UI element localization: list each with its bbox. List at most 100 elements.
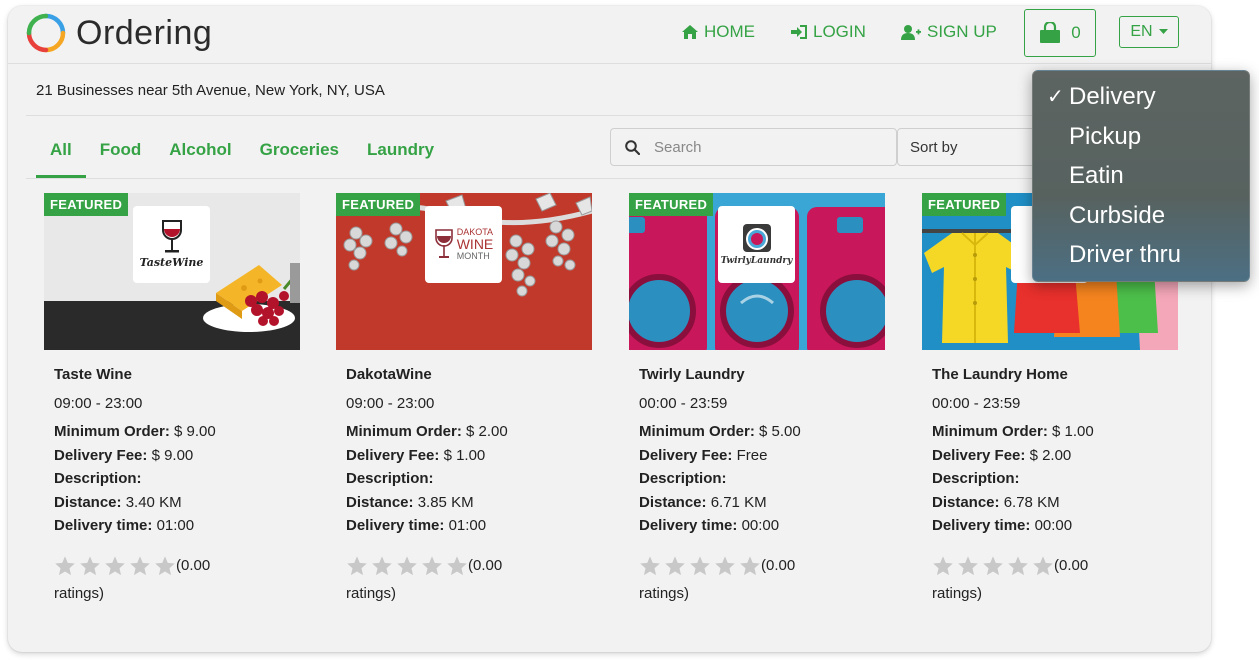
order-type-option-driver-thru[interactable]: Driver thru — [1033, 239, 1249, 279]
business-logo-text: TwirlyLaundry — [720, 256, 793, 266]
delivery-fee-row: Delivery Fee: $ 2.00 — [932, 444, 1168, 468]
business-card-taste-wine[interactable]: FEATURED TasteWine Taste Wine 09:00 - 23… — [44, 193, 300, 608]
delivery-fee-value: $ 2.00 — [1029, 446, 1072, 464]
tab-alcohol[interactable]: Alcohol — [155, 126, 245, 178]
min-order-label: Minimum Order: — [639, 423, 755, 440]
order-type-dropdown-menu: ✓ Delivery Pickup Eatin Curbside Driver … — [1032, 70, 1250, 282]
cart-button[interactable]: 0 — [1024, 9, 1096, 57]
search-input[interactable] — [654, 138, 854, 156]
tab-all[interactable]: All — [36, 126, 86, 178]
delivery-time-label: Delivery time: — [346, 517, 445, 535]
order-type-option-label: Eatin — [1069, 162, 1124, 189]
min-order-label: Minimum Order: — [346, 423, 462, 440]
min-order-row: Minimum Order: $ 2.00 — [346, 420, 582, 444]
delivery-time-label: Delivery time: — [54, 517, 153, 535]
description-label: Description: — [639, 470, 727, 488]
min-order-value: $ 1.00 — [1052, 423, 1094, 440]
tab-laundry[interactable]: Laundry — [353, 126, 448, 178]
business-name: The Laundry Home — [932, 366, 1068, 383]
location-text: 21 Businesses near 5th Avenue, New York,… — [36, 82, 385, 99]
delivery-time-value: 01:00 — [156, 517, 195, 535]
business-logo: TwirlyLaundry — [718, 206, 795, 283]
min-order-row: Minimum Order: $ 9.00 — [54, 420, 290, 444]
delivery-time-row: Delivery time: 01:00 — [54, 514, 290, 538]
min-order-value: $ 2.00 — [466, 423, 508, 440]
delivery-fee-row: Delivery Fee: $ 9.00 — [54, 444, 290, 468]
star-icon — [155, 556, 175, 576]
sort-select[interactable]: Sort by — [897, 128, 1047, 166]
nav-signup-link[interactable]: SIGN UP — [901, 22, 997, 42]
wine-glass-icon — [434, 228, 453, 258]
min-order-row: Minimum Order: $ 5.00 — [639, 420, 875, 444]
order-type-option-label: Curbside — [1069, 201, 1166, 229]
sort-label: Sort by — [910, 138, 958, 156]
business-card-twirly-laundry[interactable]: FEATURED TwirlyLaundry Twirly Laundry 00… — [629, 193, 885, 608]
delivery-fee-label: Delivery Fee: — [346, 446, 440, 464]
order-type-option-eatin[interactable]: Eatin — [1033, 160, 1249, 200]
rating-value: (0.00 — [761, 556, 796, 574]
order-type-option-label: Pickup — [1069, 122, 1142, 150]
description-row: Description: — [639, 467, 875, 491]
order-type-option-curbside[interactable]: Curbside — [1033, 200, 1249, 240]
order-type-option-label: Delivery — [1069, 83, 1156, 110]
star-icon — [1033, 556, 1053, 576]
star-rating — [54, 555, 176, 577]
cart-count: 0 — [1071, 23, 1081, 42]
delivery-fee-label: Delivery Fee: — [54, 446, 148, 464]
star-rating — [932, 555, 1054, 577]
star-icon — [347, 556, 367, 576]
rating-count: ratings) — [639, 584, 690, 602]
app-name: Ordering — [76, 13, 213, 52]
star-icon — [983, 556, 1003, 576]
user-plus-icon — [901, 24, 921, 40]
star-icon — [372, 556, 392, 576]
distance-label: Distance: — [346, 493, 414, 511]
delivery-time-row: Delivery time: 00:00 — [639, 514, 875, 538]
business-name: Twirly Laundry — [639, 366, 745, 383]
search-box[interactable] — [610, 128, 897, 166]
delivery-time-row: Delivery time: 01:00 — [346, 514, 582, 538]
distance-row: Distance: 3.85 KM — [346, 491, 582, 515]
rating-summary: (0.00 ratings) — [932, 552, 1168, 608]
order-type-option-delivery[interactable]: ✓ Delivery — [1033, 81, 1249, 121]
business-card-dakotawine[interactable]: FEATURED DAKOTA WINE MONTH DakotaWine 09… — [336, 193, 592, 608]
distance-value: 3.40 KM — [125, 493, 182, 511]
ordering-logo-icon — [26, 13, 66, 53]
star-icon — [740, 556, 760, 576]
rating-value: (0.00 — [1054, 556, 1089, 574]
logo-text-month: MONTH — [456, 250, 490, 261]
card-details: DakotaWine 09:00 - 23:00 Minimum Order: … — [336, 350, 592, 608]
description-label: Description: — [54, 470, 142, 488]
min-order-label: Minimum Order: — [54, 423, 170, 440]
language-selector[interactable]: EN — [1119, 16, 1179, 48]
distance-value: 6.78 KM — [1003, 493, 1060, 511]
home-icon — [682, 25, 698, 39]
distance-row: Distance: 6.78 KM — [932, 491, 1168, 515]
logo[interactable]: Ordering — [26, 13, 212, 53]
business-logo-text: TasteWine — [139, 256, 204, 269]
business-cover-image: FEATURED TwirlyLaundry — [629, 193, 885, 350]
tab-food[interactable]: Food — [86, 126, 156, 178]
featured-badge: FEATURED — [44, 193, 129, 216]
star-rating — [639, 555, 761, 577]
card-details: Taste Wine 09:00 - 23:00 Minimum Order: … — [44, 350, 300, 608]
nav-login-label: LOGIN — [813, 22, 866, 41]
nav-home-label: HOME — [704, 22, 755, 41]
star-icon — [447, 556, 467, 576]
wine-glass-icon — [161, 220, 182, 253]
distance-value: 3.85 KM — [417, 493, 474, 511]
tab-groceries[interactable]: Groceries — [246, 126, 353, 178]
delivery-fee-row: Delivery Fee: $ 1.00 — [346, 444, 582, 468]
star-icon — [933, 556, 953, 576]
star-icon — [690, 556, 710, 576]
nav-login-link[interactable]: LOGIN — [791, 22, 866, 42]
distance-value: 6.71 KM — [710, 493, 767, 511]
location-bar: 21 Businesses near 5th Avenue, New York,… — [26, 64, 1201, 116]
language-label: EN — [1130, 23, 1153, 40]
star-icon — [397, 556, 417, 576]
caret-down-icon — [1158, 29, 1168, 34]
order-type-option-pickup[interactable]: Pickup — [1033, 121, 1249, 161]
delivery-time-label: Delivery time: — [932, 517, 1031, 535]
nav-home-link[interactable]: HOME — [682, 22, 755, 42]
star-icon — [422, 556, 442, 576]
